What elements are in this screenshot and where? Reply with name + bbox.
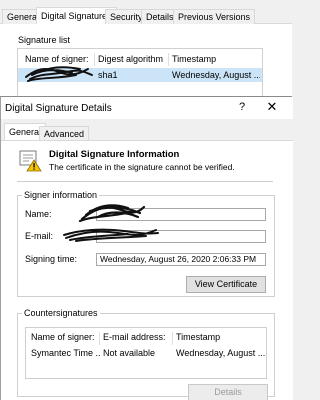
- countersigner-name-cell[interactable]: Symantec Time ...: [31, 348, 101, 358]
- signer-information-group: Signer information Name: E-mail: Signing…: [17, 190, 275, 297]
- tab-previous-versions[interactable]: Previous Versions: [173, 9, 256, 24]
- details-button[interactable]: Details: [188, 384, 268, 400]
- countersignatures-list[interactable]: Name of signer: E-mail address: Timestam…: [25, 327, 267, 379]
- email-label: E-mail:: [25, 231, 54, 241]
- properties-tab-strip: General Digital Signatures Security Deta…: [0, 7, 292, 25]
- certificate-warning-icon: [19, 150, 42, 172]
- digital-signature-details-dialog: Digital Signature Details ? ✕ General Ad…: [0, 96, 293, 400]
- dialog-title: Digital Signature Details: [5, 103, 112, 114]
- column-divider: [172, 332, 173, 345]
- column-header-name-of-signer[interactable]: Name of signer:: [31, 332, 95, 342]
- countersigner-email-cell[interactable]: Not available: [103, 348, 171, 358]
- file-properties-window: General Digital Signatures Security Deta…: [0, 0, 292, 108]
- signing-time-field[interactable]: Wednesday, August 26, 2020 2:06:33 PM: [96, 253, 266, 266]
- column-header-timestamp[interactable]: Timestamp: [176, 332, 220, 342]
- close-button[interactable]: ✕: [263, 99, 281, 115]
- signature-info-heading: Digital Signature Information: [49, 149, 180, 160]
- redacted-name-scribble: [78, 204, 146, 223]
- column-header-digest-algorithm[interactable]: Digest algorithm: [98, 54, 163, 64]
- signature-list-label: Signature list: [18, 35, 71, 45]
- name-label: Name:: [25, 209, 52, 219]
- verification-message: The certificate in the signature cannot …: [49, 162, 235, 172]
- redacted-signer-name-scribble: [25, 66, 93, 82]
- dialog-tab-strip: General Advanced: [1, 123, 293, 141]
- digest-algorithm-cell: sha1: [98, 70, 118, 80]
- general-tab-panel: Digital Signature Information The certif…: [1, 140, 293, 400]
- column-divider: [99, 332, 100, 345]
- tab-advanced[interactable]: Advanced: [39, 126, 90, 141]
- help-button[interactable]: ?: [235, 101, 249, 113]
- view-certificate-button[interactable]: View Certificate: [186, 276, 266, 293]
- column-header-timestamp[interactable]: Timestamp: [172, 54, 216, 64]
- timestamp-cell: Wednesday, August ...: [172, 70, 260, 80]
- countersigner-timestamp-cell[interactable]: Wednesday, August ...: [176, 348, 266, 358]
- countersignatures-label: Countersignatures: [22, 308, 100, 318]
- redacted-email-scribble: [63, 228, 159, 242]
- column-divider: [168, 53, 169, 66]
- digital-signatures-panel: Signature list Name of signer: Digest al…: [0, 24, 292, 108]
- dialog-title-bar[interactable]: Digital Signature Details ? ✕: [1, 97, 293, 119]
- divider: [17, 181, 273, 182]
- column-header-email-address[interactable]: E-mail address:: [103, 332, 166, 342]
- signing-time-label: Signing time:: [25, 254, 78, 264]
